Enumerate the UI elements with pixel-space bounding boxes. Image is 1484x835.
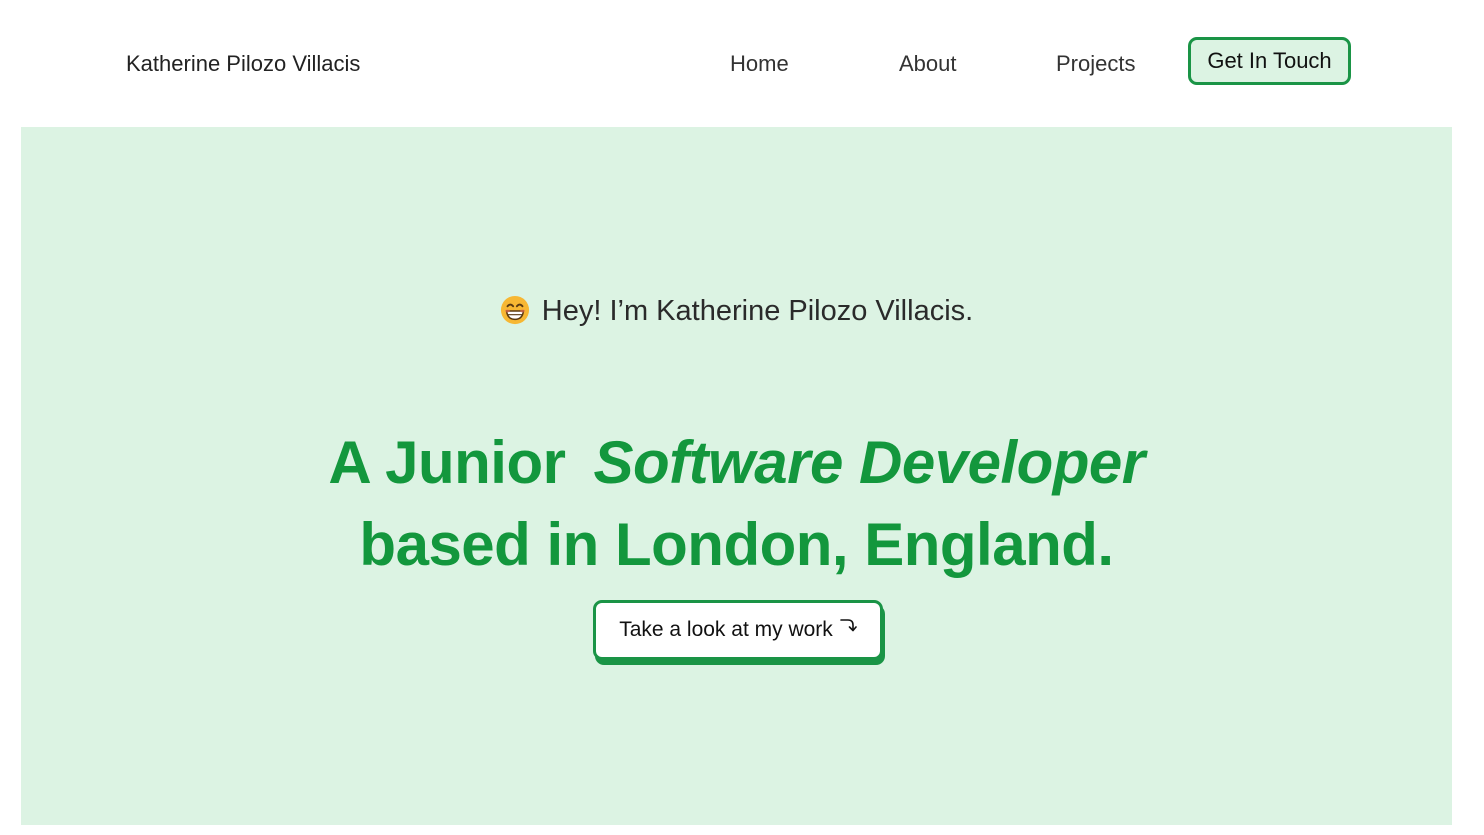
view-work-label: Take a look at my work xyxy=(619,618,833,641)
brand-name-link[interactable]: Katherine Pilozo Villacis xyxy=(126,50,360,78)
hero-greeting: Hey! I’m Katherine Pilozo Villacis. xyxy=(21,293,1452,329)
headline-prefix: A Junior xyxy=(328,429,566,497)
grinning-face-icon xyxy=(500,295,529,325)
page: Katherine Pilozo Villacis Home About Pro… xyxy=(0,0,1484,835)
hero-section: Hey! I’m Katherine Pilozo Villacis. A Ju… xyxy=(21,127,1452,825)
headline-line-1: A Junior Software Developer xyxy=(21,422,1452,504)
curved-arrow-down-icon xyxy=(839,619,857,632)
headline-line-2: based in London, England. xyxy=(359,511,1114,579)
site-header: Katherine Pilozo Villacis Home About Pro… xyxy=(0,0,1484,127)
get-in-touch-button[interactable]: Get In Touch xyxy=(1188,37,1351,85)
nav-about-link[interactable]: About xyxy=(899,50,957,78)
headline-accent: Software Developer xyxy=(593,429,1145,497)
nav-projects-link[interactable]: Projects xyxy=(1056,50,1135,78)
hero-headline: A Junior Software Developer based in Lond… xyxy=(21,422,1452,586)
nav-home-link[interactable]: Home xyxy=(730,50,789,78)
view-work-button[interactable]: Take a look at my work xyxy=(593,600,883,660)
greeting-text: Hey! I’m Katherine Pilozo Villacis. xyxy=(541,295,974,327)
